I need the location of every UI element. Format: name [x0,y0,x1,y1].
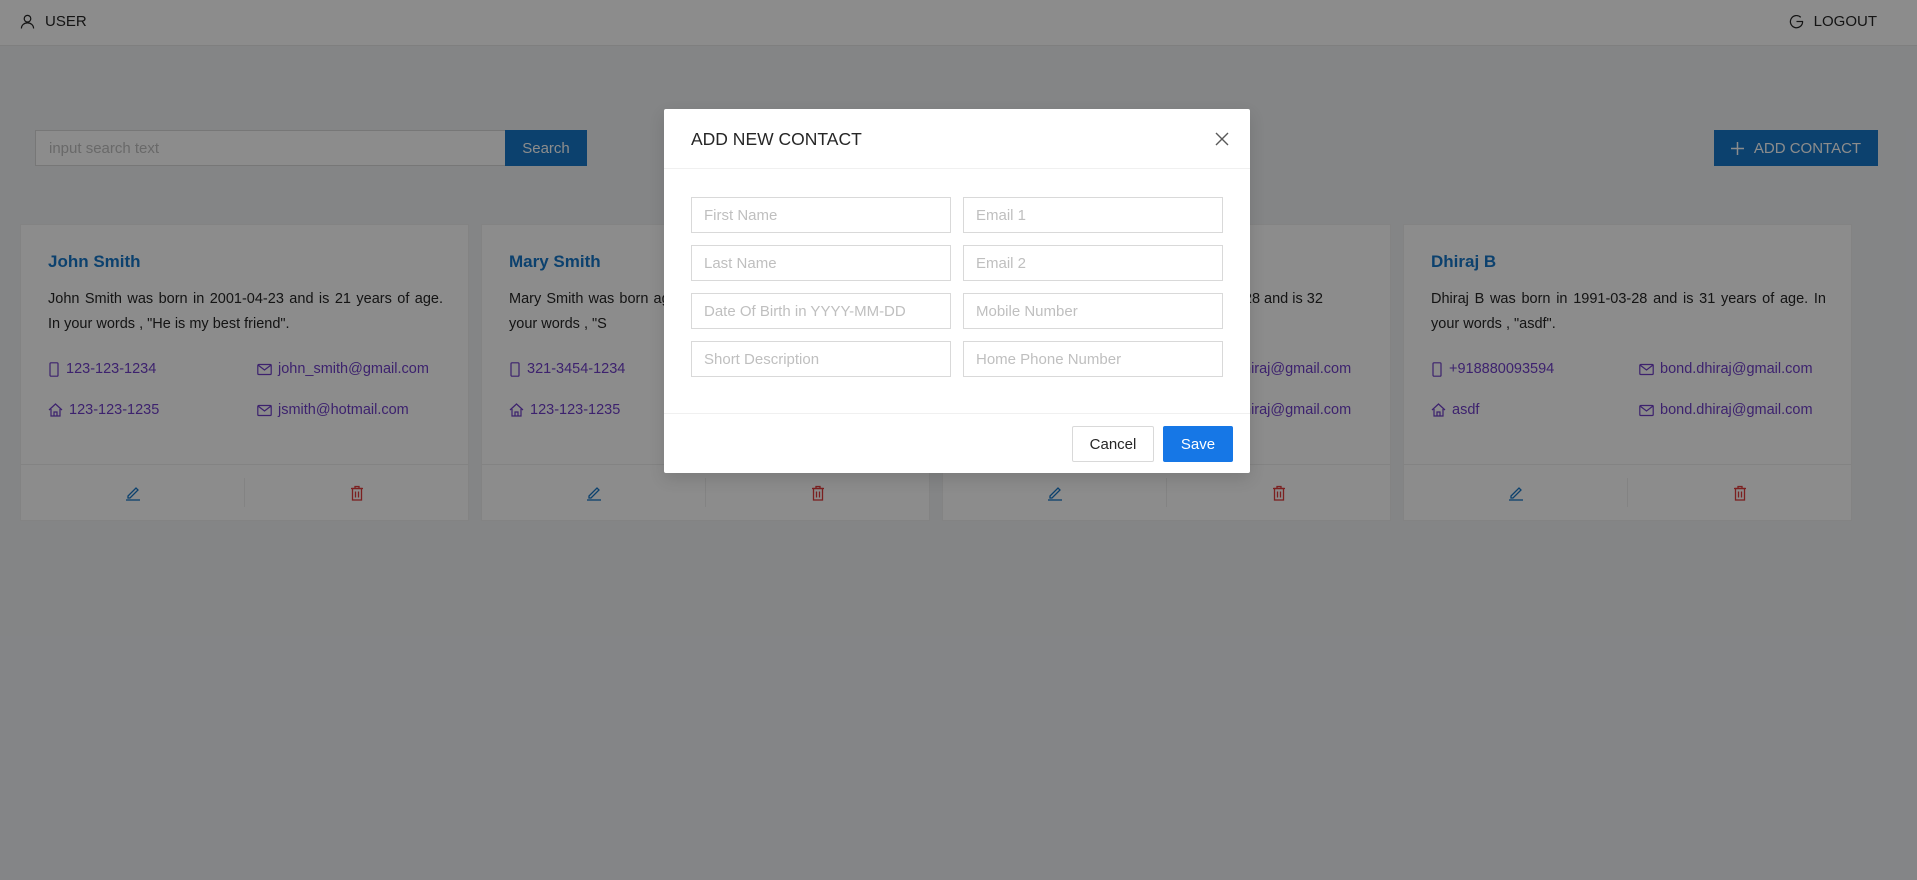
mobile-number-field[interactable] [963,293,1223,329]
email-2-field[interactable] [963,245,1223,281]
close-icon [1212,129,1232,149]
contact-form [691,197,1223,377]
short-description-field[interactable] [691,341,951,377]
home-phone-field[interactable] [963,341,1223,377]
email-1-field[interactable] [963,197,1223,233]
first-name-field[interactable] [691,197,951,233]
add-contact-modal: ADD NEW CONTACT Cancel Save [664,109,1250,473]
save-button[interactable]: Save [1163,426,1233,462]
cancel-button[interactable]: Cancel [1072,426,1154,462]
dob-field[interactable] [691,293,951,329]
close-button[interactable] [1212,129,1232,149]
last-name-field[interactable] [691,245,951,281]
modal-header: ADD NEW CONTACT [664,109,1250,169]
modal-title: ADD NEW CONTACT [691,129,862,149]
